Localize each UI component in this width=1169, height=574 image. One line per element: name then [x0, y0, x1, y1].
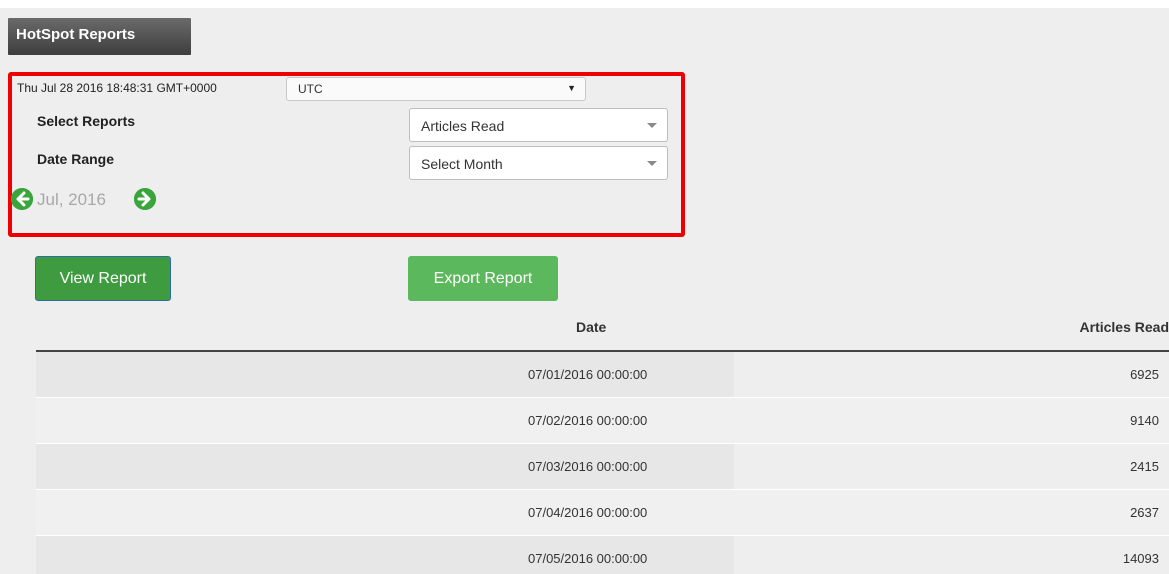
row-value: 14093: [1122, 551, 1159, 566]
row-value: 9140: [1130, 413, 1159, 428]
table-header: Date Articles Read: [36, 310, 1169, 352]
report-select[interactable]: Articles Read: [409, 108, 668, 142]
current-month: Jul, 2016: [37, 190, 106, 209]
row-date: 07/02/2016 00:00:00: [528, 413, 648, 428]
export-report-button[interactable]: Export Report: [408, 256, 558, 301]
arrow-left-icon: [11, 188, 33, 210]
table-row: 07/01/2016 00:00:00 6925: [36, 352, 1169, 398]
table-row: 07/04/2016 00:00:00 2637: [36, 490, 1169, 536]
arrow-right-icon: [134, 188, 156, 210]
page: HotSpot Reports Thu Jul 28 2016 18:48:31…: [0, 0, 1169, 574]
row-value: 2637: [1130, 505, 1159, 520]
current-time: Thu Jul 28 2016 18:48:31 GMT+0000: [17, 81, 217, 95]
date-range-select[interactable]: Select Month: [409, 146, 668, 180]
chevron-down-icon: [647, 161, 657, 166]
timezone-select[interactable]: UTC ▼: [286, 77, 586, 101]
table-row: 07/02/2016 00:00:00 9140: [36, 398, 1169, 444]
table-row: 07/03/2016 00:00:00 2415: [36, 444, 1169, 490]
dropdown-arrow-icon: ▼: [567, 83, 576, 93]
chevron-down-icon: [647, 123, 657, 128]
page-title-tab: HotSpot Reports: [8, 18, 191, 55]
row-value: 6925: [1130, 367, 1159, 382]
next-month-icon[interactable]: [134, 188, 156, 210]
view-report-button[interactable]: View Report: [35, 256, 171, 301]
prev-month-icon[interactable]: [11, 188, 33, 210]
date-range-label: Date Range: [37, 151, 115, 167]
report-table: Date Articles Read 07/01/2016 00:00:00 6…: [36, 310, 1169, 574]
select-reports-label: Select Reports: [37, 113, 136, 129]
row-date: 07/03/2016 00:00:00: [528, 459, 648, 474]
row-date: 07/04/2016 00:00:00: [528, 505, 648, 520]
column-header-date: Date: [576, 319, 607, 335]
date-range-value: Select Month: [421, 156, 503, 172]
page-title: HotSpot Reports: [16, 26, 136, 43]
row-date: 07/05/2016 00:00:00: [528, 551, 648, 566]
column-header-articles-read: Articles Read: [1079, 319, 1169, 335]
top-strip: [0, 0, 1169, 8]
table-row: 07/05/2016 00:00:00 14093: [36, 536, 1169, 574]
timezone-value: UTC: [298, 82, 323, 96]
report-select-value: Articles Read: [421, 118, 505, 134]
row-date: 07/01/2016 00:00:00: [528, 367, 648, 382]
row-value: 2415: [1130, 459, 1159, 474]
